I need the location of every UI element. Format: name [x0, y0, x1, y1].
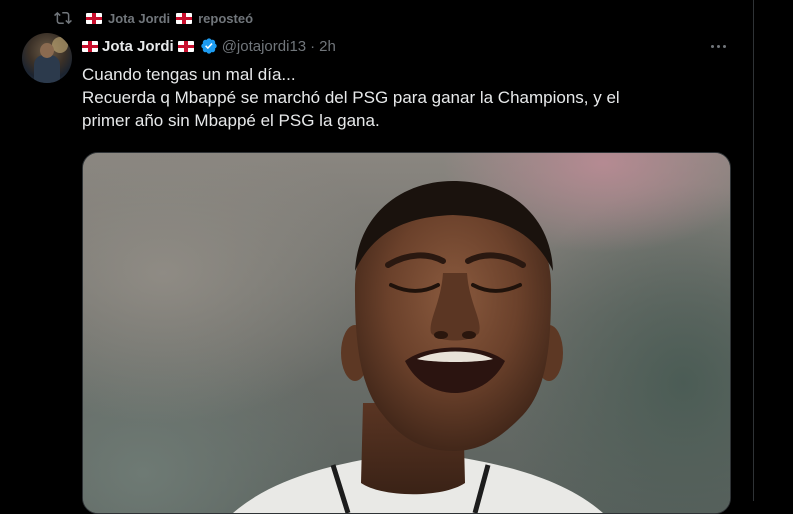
repost-user-name[interactable]: Jota Jordi	[108, 11, 170, 26]
tweet-text: Cuando tengas un mal día... Recuerda q M…	[82, 63, 722, 132]
england-flag-icon	[177, 40, 194, 52]
england-flag-icon	[176, 12, 193, 24]
repost-header: Jota Jordi reposteó	[54, 8, 253, 28]
separator-dot: ·	[310, 37, 316, 55]
england-flag-icon	[82, 40, 98, 52]
tweet-media-image[interactable]	[82, 152, 731, 514]
column-divider	[753, 0, 754, 501]
verified-badge-icon	[201, 38, 217, 54]
author-handle[interactable]: @jotajordi13	[222, 38, 306, 55]
tweet-text-line: Recuerda q Mbappé se marchó del PSG para…	[82, 88, 620, 107]
repost-label: reposteó	[198, 10, 254, 26]
england-flag-icon	[86, 12, 102, 24]
more-options-button[interactable]	[706, 36, 730, 56]
tweet-text-line: Cuando tengas un mal día...	[82, 65, 296, 84]
avatar[interactable]	[22, 33, 72, 83]
repost-icon	[54, 11, 72, 25]
author-display-name[interactable]: Jota Jordi	[102, 38, 174, 55]
tweet-header: Jota Jordi @jotajordi13 · 2h	[82, 35, 336, 57]
tweet-text-line: primer año sin Mbappé el PSG la gana.	[82, 111, 380, 130]
more-dots-icon	[710, 44, 714, 48]
timestamp[interactable]: 2h	[319, 38, 336, 55]
player-photo	[233, 181, 603, 513]
